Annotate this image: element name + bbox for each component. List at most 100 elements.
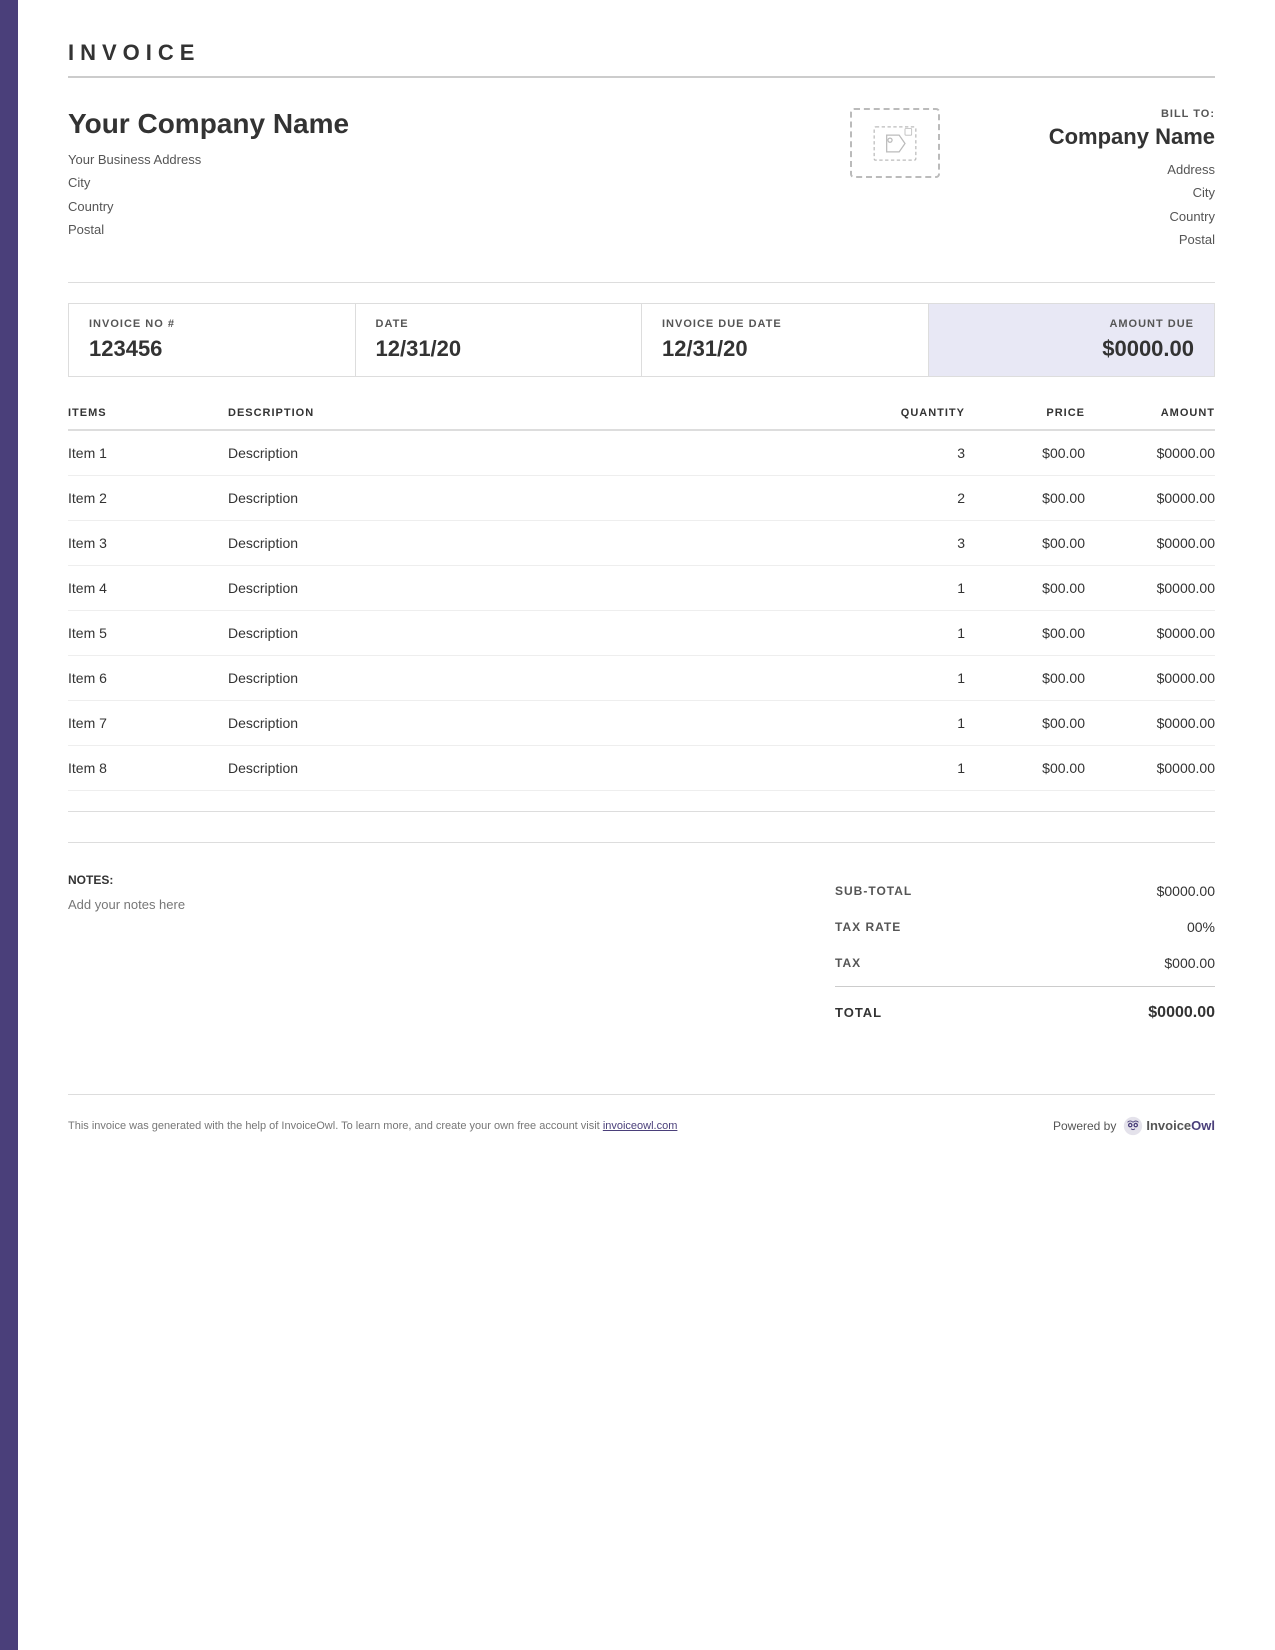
- bottom-section: NOTES: Add your notes here SUB-TOTAL $00…: [68, 842, 1215, 1034]
- from-country: Country: [68, 195, 835, 218]
- subtotal-row: SUB-TOTAL $0000.00: [835, 873, 1215, 909]
- table-row: Item 5 Description 1 $00.00 $0000.00: [68, 611, 1215, 656]
- invoice-no-value: 123456: [89, 336, 335, 362]
- item-description: Description: [228, 490, 845, 506]
- totals-area: SUB-TOTAL $0000.00 TAX RATE 00% TAX $000…: [835, 873, 1215, 1034]
- table-row: Item 1 Description 3 $00.00 $0000.00: [68, 431, 1215, 476]
- brand-invoice: InvoiceOwl: [1146, 1118, 1215, 1133]
- company-row: Your Company Name Your Business Address …: [68, 108, 1215, 252]
- table-header: ITEMS DESCRIPTION QUANTITY PRICE AMOUNT: [68, 397, 1215, 431]
- item-description: Description: [228, 715, 845, 731]
- divider-1: [68, 282, 1215, 283]
- header-quantity: QUANTITY: [845, 407, 965, 419]
- item-name: Item 4: [68, 580, 228, 596]
- table-row: Item 3 Description 3 $00.00 $0000.00: [68, 521, 1215, 566]
- item-amount: $0000.00: [1085, 625, 1215, 641]
- divider-2: [68, 811, 1215, 812]
- item-name: Item 6: [68, 670, 228, 686]
- tax-row: TAX $000.00: [835, 945, 1215, 981]
- item-price: $00.00: [965, 445, 1085, 461]
- item-name: Item 5: [68, 625, 228, 641]
- item-price: $00.00: [965, 580, 1085, 596]
- amount-due-cell: AMOUNT DUE $0000.00: [929, 304, 1215, 376]
- item-amount: $0000.00: [1085, 715, 1215, 731]
- item-price: $00.00: [965, 490, 1085, 506]
- item-price: $00.00: [965, 760, 1085, 776]
- item-amount: $0000.00: [1085, 580, 1215, 596]
- notes-text: Add your notes here: [68, 897, 795, 912]
- item-price: $00.00: [965, 535, 1085, 551]
- notes-label: NOTES:: [68, 873, 795, 887]
- notes-area: NOTES: Add your notes here: [68, 873, 835, 1034]
- table-body: Item 1 Description 3 $00.00 $0000.00 Ite…: [68, 431, 1215, 791]
- table-row: Item 4 Description 1 $00.00 $0000.00: [68, 566, 1215, 611]
- bill-details: Address City Country Postal: [955, 158, 1215, 252]
- header-price: PRICE: [965, 407, 1085, 419]
- date-value: 12/31/20: [376, 336, 622, 362]
- item-description: Description: [228, 580, 845, 596]
- item-quantity: 1: [845, 760, 965, 776]
- footer: This invoice was generated with the help…: [68, 1094, 1215, 1137]
- meta-section: INVOICE NO # 123456 DATE 12/31/20 INVOIC…: [68, 303, 1215, 377]
- item-description: Description: [228, 535, 845, 551]
- invoice-title: INVOICE: [68, 40, 1215, 78]
- from-address: Your Business Address: [68, 148, 835, 171]
- items-section: ITEMS DESCRIPTION QUANTITY PRICE AMOUNT …: [68, 397, 1215, 791]
- item-quantity: 1: [845, 670, 965, 686]
- item-name: Item 7: [68, 715, 228, 731]
- item-quantity: 2: [845, 490, 965, 506]
- bill-company-name: Company Name: [955, 124, 1215, 150]
- amount-due-label: AMOUNT DUE: [949, 318, 1195, 330]
- left-accent-bar: [0, 0, 18, 1650]
- owl-icon: [1122, 1115, 1144, 1137]
- total-divider: [835, 986, 1215, 987]
- header-amount: AMOUNT: [1085, 407, 1215, 419]
- logo-area: [835, 108, 955, 178]
- grand-total-label: TOTAL: [835, 1005, 882, 1020]
- header-items: ITEMS: [68, 407, 228, 419]
- item-price: $00.00: [965, 625, 1085, 641]
- invoice-no-cell: INVOICE NO # 123456: [69, 304, 356, 376]
- item-description: Description: [228, 760, 845, 776]
- table-row: Item 8 Description 1 $00.00 $0000.00: [68, 746, 1215, 791]
- date-label: DATE: [376, 318, 622, 330]
- item-price: $00.00: [965, 670, 1085, 686]
- logo-icon: [870, 121, 920, 166]
- invoiceowl-logo: InvoiceOwl: [1122, 1115, 1215, 1137]
- tax-rate-value: 00%: [1187, 919, 1215, 935]
- tax-rate-row: TAX RATE 00%: [835, 909, 1215, 945]
- item-description: Description: [228, 670, 845, 686]
- item-quantity: 3: [845, 445, 965, 461]
- item-name: Item 3: [68, 535, 228, 551]
- table-row: Item 2 Description 2 $00.00 $0000.00: [68, 476, 1215, 521]
- bill-postal: Postal: [955, 228, 1215, 251]
- footer-text: This invoice was generated with the help…: [68, 1120, 677, 1132]
- due-date-value: 12/31/20: [662, 336, 908, 362]
- header-description: DESCRIPTION: [228, 407, 845, 419]
- item-price: $00.00: [965, 715, 1085, 731]
- grand-total-value: $0000.00: [1148, 1004, 1215, 1022]
- invoice-no-label: INVOICE NO #: [89, 318, 335, 330]
- item-name: Item 1: [68, 445, 228, 461]
- footer-static-text: This invoice was generated with the help…: [68, 1120, 600, 1132]
- bill-city: City: [955, 181, 1215, 204]
- due-date-cell: INVOICE DUE DATE 12/31/20: [642, 304, 929, 376]
- from-postal: Postal: [68, 218, 835, 241]
- item-amount: $0000.00: [1085, 445, 1215, 461]
- logo-placeholder: [850, 108, 940, 178]
- footer-link[interactable]: invoiceowl.com: [603, 1120, 678, 1132]
- due-date-label: INVOICE DUE DATE: [662, 318, 908, 330]
- subtotal-label: SUB-TOTAL: [835, 884, 912, 898]
- item-quantity: 3: [845, 535, 965, 551]
- item-name: Item 2: [68, 490, 228, 506]
- content-area: INVOICE Your Company Name Your Business …: [18, 0, 1275, 1177]
- subtotal-value: $0000.00: [1157, 883, 1215, 899]
- invoice-page: INVOICE Your Company Name Your Business …: [0, 0, 1275, 1650]
- item-description: Description: [228, 445, 845, 461]
- item-quantity: 1: [845, 580, 965, 596]
- item-description: Description: [228, 625, 845, 641]
- amount-due-value: $0000.00: [949, 336, 1195, 362]
- item-amount: $0000.00: [1085, 670, 1215, 686]
- from-company-name: Your Company Name: [68, 108, 835, 140]
- item-amount: $0000.00: [1085, 535, 1215, 551]
